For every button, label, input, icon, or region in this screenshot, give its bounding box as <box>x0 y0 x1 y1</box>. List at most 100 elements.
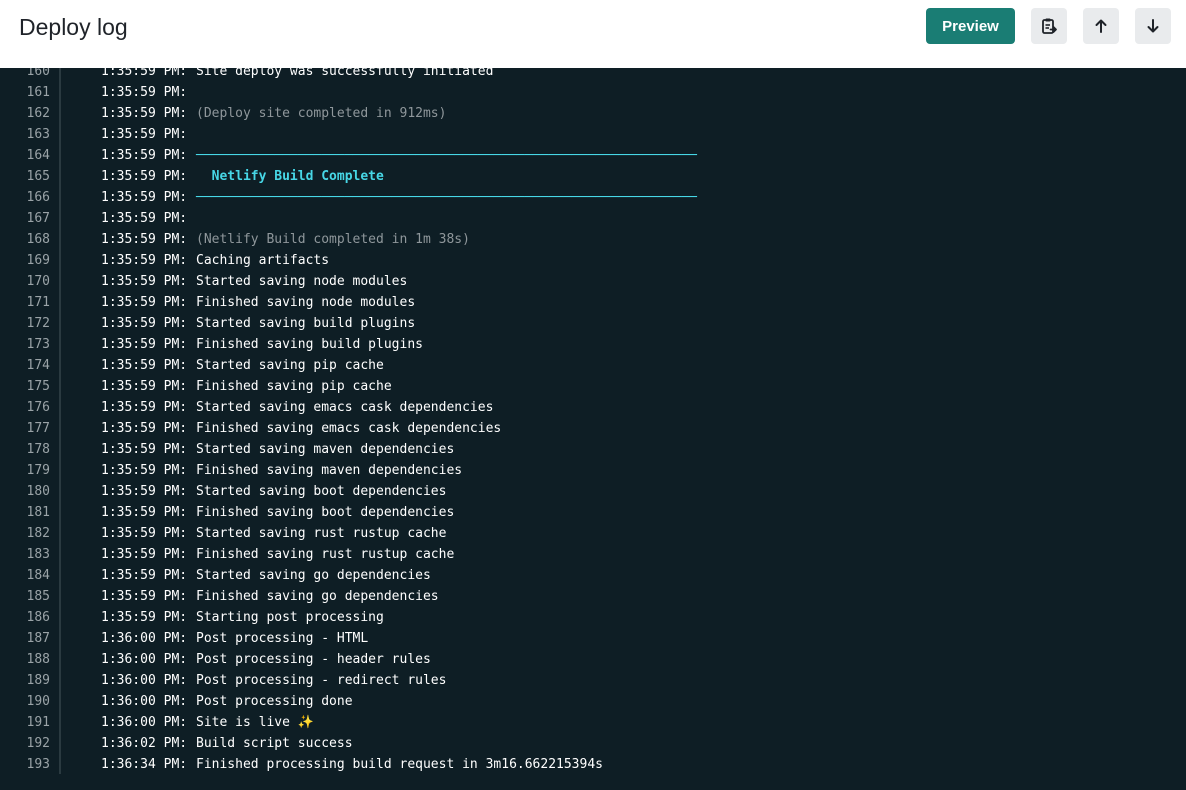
log-message-text: Started saving go dependencies <box>196 568 431 583</box>
line-number: 176 <box>26 400 50 415</box>
log-message-text: Started saving maven dependencies <box>196 442 455 457</box>
log-timestamp: 1:35:59 PM: <box>101 337 188 352</box>
log-message: Finished saving rust rustup cache <box>196 544 454 565</box>
log-message: Started saving go dependencies <box>196 565 431 586</box>
log-timestamp: 1:35:59 PM: <box>101 274 188 289</box>
log-timestamp: 1:35:59 PM: <box>101 295 188 310</box>
log-line: 164 1:35:59 PM: ──────────────────────────… <box>0 145 1186 166</box>
log-message: (Netlify Build completed in 1m 38s) <box>196 229 470 250</box>
log-line: 167 1:35:59 PM: <box>0 208 1186 229</box>
log-message-text: Finished saving build plugins <box>196 337 423 352</box>
log-message-text: Site is live <box>196 715 290 730</box>
preview-button[interactable]: Preview <box>926 8 1015 44</box>
line-number: 178 <box>26 442 50 457</box>
line-number: 174 <box>26 358 50 373</box>
line-number: 180 <box>26 484 50 499</box>
log-line: 177 1:35:59 PM: Finished saving emacs cask… <box>0 418 1186 439</box>
log-message-text: Starting post processing <box>196 610 384 625</box>
log-timestamp: 1:35:59 PM: <box>101 589 188 604</box>
page-title: Deploy log <box>19 14 128 40</box>
line-number: 161 <box>26 85 50 100</box>
line-number: 181 <box>26 505 50 520</box>
deploy-log-panel[interactable]: 160 1:35:59 PM: Site deploy was successful… <box>0 68 1186 790</box>
log-message: Finished saving maven dependencies <box>196 460 462 481</box>
log-message: Started saving pip cache <box>196 355 384 376</box>
log-message-text: Finished saving maven dependencies <box>196 463 463 478</box>
line-number: 184 <box>26 568 50 583</box>
log-message-text: Post processing done <box>196 694 353 709</box>
log-line: 176 1:35:59 PM: Started saving emacs cask … <box>0 397 1186 418</box>
log-line: 175 1:35:59 PM: Finished saving pip cache <box>0 376 1186 397</box>
log-timestamp: 1:35:59 PM: <box>101 358 188 373</box>
line-number: 183 <box>26 547 50 562</box>
log-message: Started saving rust rustup cache <box>196 523 446 544</box>
log-timestamp: 1:35:59 PM: <box>101 148 188 163</box>
line-number: 185 <box>26 589 50 604</box>
log-timestamp: 1:35:59 PM: <box>101 211 188 226</box>
log-message: Finished saving build plugins <box>196 334 423 355</box>
line-number: 167 <box>26 211 50 226</box>
log-timestamp: 1:35:59 PM: <box>101 127 188 142</box>
log-message-text: Started saving emacs cask dependencies <box>196 400 494 415</box>
log-message: Finished processing build request in 3m1… <box>196 754 603 775</box>
log-line: 190 1:36:00 PM: Post processing done <box>0 691 1186 712</box>
log-line: 161 1:35:59 PM: <box>0 82 1186 103</box>
line-number: 191 <box>26 715 50 730</box>
scroll-up-button[interactable] <box>1083 8 1119 44</box>
log-timestamp: 1:35:59 PM: <box>101 421 188 436</box>
line-number: 171 <box>26 295 50 310</box>
log-timestamp: 1:35:59 PM: <box>101 253 188 268</box>
log-line: 181 1:35:59 PM: Finished saving boot depen… <box>0 502 1186 523</box>
log-message-text: Started saving build plugins <box>196 316 416 331</box>
log-message: Finished saving node modules <box>196 292 415 313</box>
line-number: 179 <box>26 463 50 478</box>
log-message-text: Build script success <box>196 736 353 751</box>
line-number: 169 <box>26 253 50 268</box>
log-message: Finished saving boot dependencies <box>196 502 454 523</box>
log-line: 172 1:35:59 PM: Started saving build plugi… <box>0 313 1186 334</box>
log-line: 185 1:35:59 PM: Finished saving go depende… <box>0 586 1186 607</box>
line-number: 163 <box>26 127 50 142</box>
log-message: Starting post processing <box>196 607 384 628</box>
log-timestamp: 1:35:59 PM: <box>101 85 188 100</box>
log-lines: 160 1:35:59 PM: Site deploy was successful… <box>0 68 1186 775</box>
log-line: 182 1:35:59 PM: Started saving rust rustup… <box>0 523 1186 544</box>
log-line: 191 1:36:00 PM: Site is live ✨ <box>0 712 1186 733</box>
line-number: 187 <box>26 631 50 646</box>
sparkles-icon: ✨ <box>297 715 315 730</box>
log-line: 188 1:36:00 PM: Post processing - header r… <box>0 649 1186 670</box>
log-message-text: Finished saving pip cache <box>196 379 392 394</box>
log-timestamp: 1:36:00 PM: <box>101 631 188 646</box>
copy-log-button[interactable] <box>1031 8 1067 44</box>
log-message-text: Started saving pip cache <box>196 358 384 373</box>
scroll-down-button[interactable] <box>1135 8 1171 44</box>
line-number: 175 <box>26 379 50 394</box>
log-timestamp: 1:35:59 PM: <box>101 379 188 394</box>
line-number: 193 <box>26 757 50 772</box>
log-line: 187 1:36:00 PM: Post processing - HTML <box>0 628 1186 649</box>
log-message: ────────────────────────────────────────… <box>196 187 697 208</box>
log-message-text: (Deploy site completed in 912ms) <box>196 106 447 121</box>
log-message-text: Finished processing build request in 3m1… <box>196 757 603 772</box>
log-message-text: Finished saving rust rustup cache <box>196 547 455 562</box>
line-number: 192 <box>26 736 50 751</box>
log-message-text: ────────────────────────────────────────… <box>196 148 697 163</box>
log-message: Finished saving go dependencies <box>196 586 439 607</box>
log-message-text: ────────────────────────────────────────… <box>196 190 697 205</box>
log-message: Post processing - header rules <box>196 649 431 670</box>
log-timestamp: 1:35:59 PM: <box>101 316 188 331</box>
log-line: 174 1:35:59 PM: Started saving pip cache <box>0 355 1186 376</box>
log-message: Netlify Build Complete <box>196 166 384 187</box>
log-message: Post processing done <box>196 691 353 712</box>
log-timestamp: 1:35:59 PM: <box>101 106 188 121</box>
log-message: Started saving node modules <box>196 271 407 292</box>
line-number: 173 <box>26 337 50 352</box>
line-number: 170 <box>26 274 50 289</box>
line-number: 166 <box>26 190 50 205</box>
log-line: 170 1:35:59 PM: Started saving node module… <box>0 271 1186 292</box>
log-timestamp: 1:35:59 PM: <box>101 505 188 520</box>
log-message: Finished saving emacs cask dependencies <box>196 418 501 439</box>
page-header: Deploy log Preview <box>0 0 1186 68</box>
log-message: Finished saving pip cache <box>196 376 392 397</box>
log-timestamp: 1:35:59 PM: <box>101 232 188 247</box>
